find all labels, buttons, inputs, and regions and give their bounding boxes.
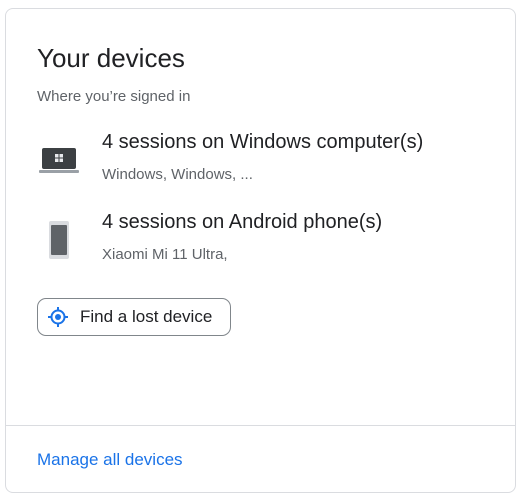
location-target-icon	[47, 306, 69, 328]
device-row-android[interactable]: 4 sessions on Android phone(s) Xiaomi Mi…	[37, 209, 497, 269]
card-divider	[6, 425, 515, 426]
find-lost-device-button[interactable]: Find a lost device	[37, 298, 232, 336]
device-secondary-text: Windows, Windows, ...	[102, 166, 253, 183]
device-secondary-text: Xiaomi Mi 11 Ultra,	[102, 246, 228, 263]
device-primary-text: 4 sessions on Android phone(s)	[102, 211, 383, 233]
manage-all-devices-link[interactable]: Manage all devices	[37, 449, 183, 471]
card-title: Your devices	[37, 43, 185, 73]
find-lost-device-label: Find a lost device	[80, 307, 213, 326]
laptop-windows-icon	[37, 142, 81, 186]
android-phone-icon	[37, 219, 81, 263]
device-row-windows[interactable]: 4 sessions on Windows computer(s) Window…	[37, 129, 497, 189]
devices-card: Your devices Where you’re signed in 4 se…	[5, 8, 516, 493]
device-primary-text: 4 sessions on Windows computer(s)	[102, 131, 424, 153]
card-subtitle: Where you’re signed in	[37, 88, 191, 105]
